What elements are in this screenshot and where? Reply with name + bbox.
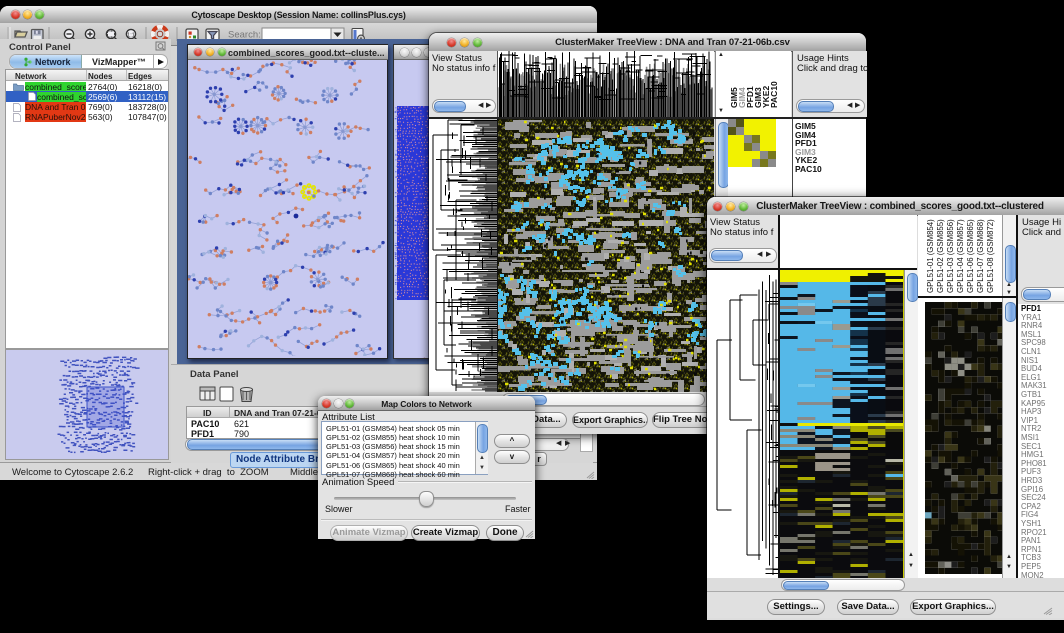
svg-text:1:1: 1:1 <box>127 33 135 39</box>
